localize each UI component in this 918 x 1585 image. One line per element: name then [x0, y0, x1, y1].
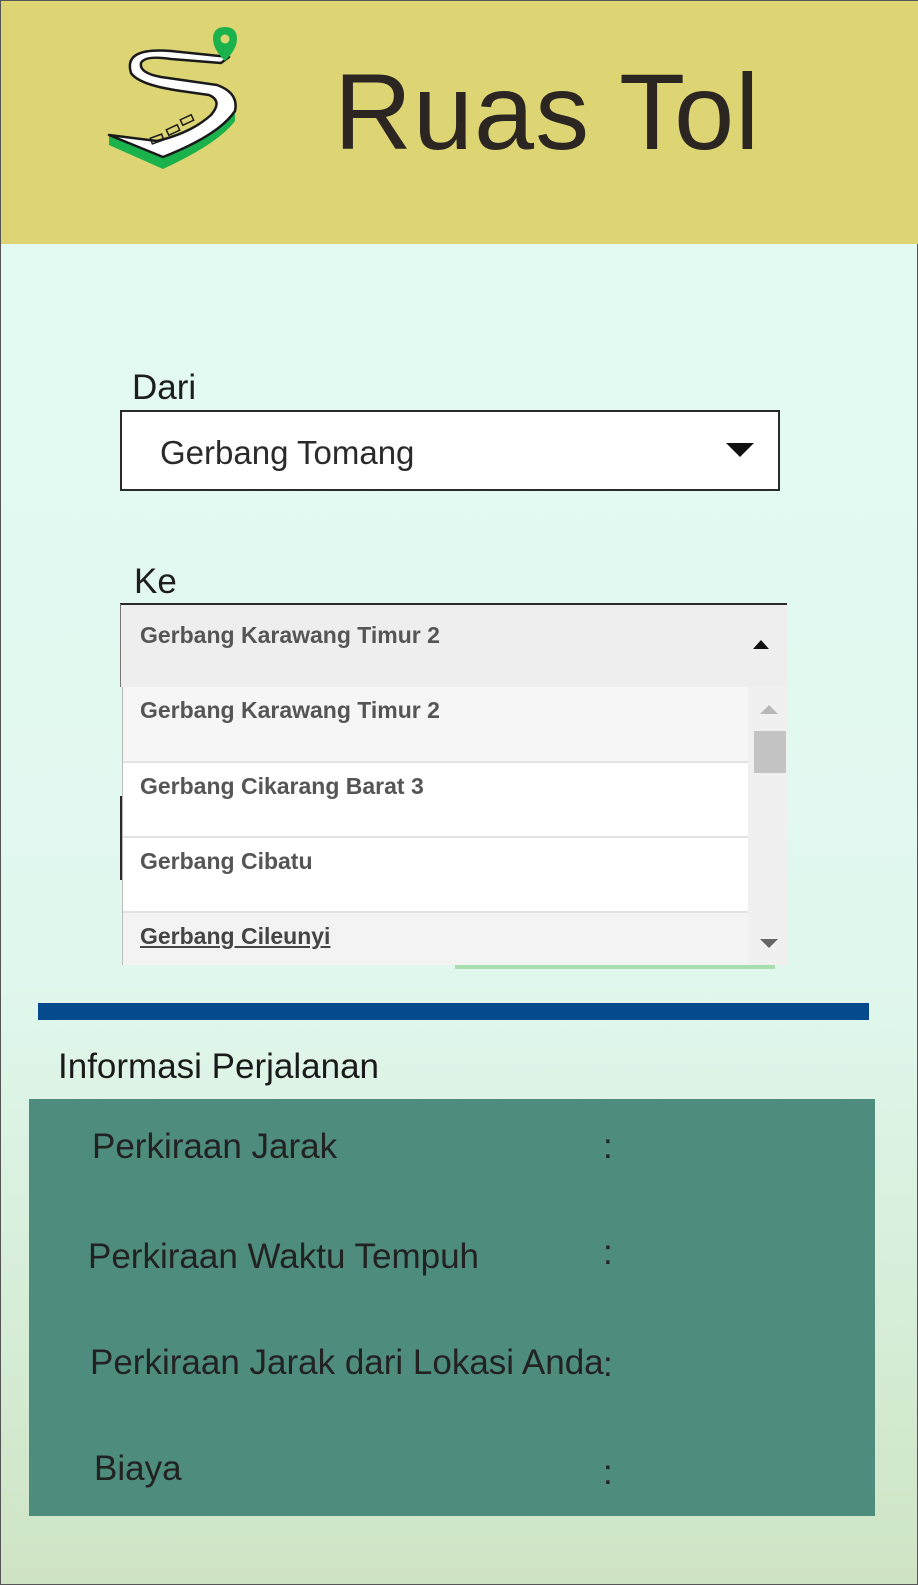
info-label-distance: Perkiraan Jarak: [92, 1127, 338, 1166]
app-header: Ruas Tol: [1, 1, 918, 244]
info-title: Informasi Perjalanan: [58, 1047, 379, 1086]
info-label-cost: Biaya: [94, 1449, 182, 1488]
info-colon: :: [603, 1345, 613, 1384]
list-item[interactable]: Gerbang Cibatu: [123, 838, 749, 913]
ke-select[interactable]: Gerbang Karawang Timur 2: [120, 603, 787, 687]
scroll-thumb[interactable]: [754, 731, 786, 773]
list-item[interactable]: Gerbang Cileunyi: [123, 913, 749, 965]
info-panel: Perkiraan Jarak : Perkiraan Waktu Tempuh…: [29, 1099, 875, 1516]
chevron-down-icon: [726, 443, 754, 457]
chevron-up-icon: [753, 640, 769, 649]
dropdown-scrollbar[interactable]: [748, 687, 787, 965]
app-title: Ruas Tol: [334, 51, 761, 172]
scroll-up-arrow-icon[interactable]: [760, 705, 778, 714]
list-item[interactable]: Gerbang Karawang Timur 2: [123, 687, 749, 763]
section-divider: [38, 1003, 869, 1020]
ke-label: Ke: [134, 562, 177, 601]
ke-dropdown-list: Gerbang Karawang Timur 2 Gerbang Cikaran…: [122, 687, 749, 965]
winding-road-pin-icon: [107, 27, 237, 169]
scroll-down-arrow-icon[interactable]: [760, 939, 778, 948]
info-label-distance-from-location: Perkiraan Jarak dari Lokasi Anda: [90, 1343, 604, 1382]
green-underline: [455, 965, 775, 969]
dari-select[interactable]: Gerbang Tomang: [120, 410, 780, 491]
dari-label: Dari: [132, 368, 197, 407]
info-colon: :: [603, 1453, 613, 1492]
dari-selected-value: Gerbang Tomang: [160, 434, 415, 471]
list-item[interactable]: Gerbang Cikarang Barat 3: [123, 763, 749, 838]
ke-selected-value: Gerbang Karawang Timur 2: [140, 622, 440, 648]
info-colon: :: [603, 1233, 613, 1272]
info-colon: :: [603, 1127, 613, 1166]
info-label-travel-time: Perkiraan Waktu Tempuh: [88, 1237, 480, 1276]
